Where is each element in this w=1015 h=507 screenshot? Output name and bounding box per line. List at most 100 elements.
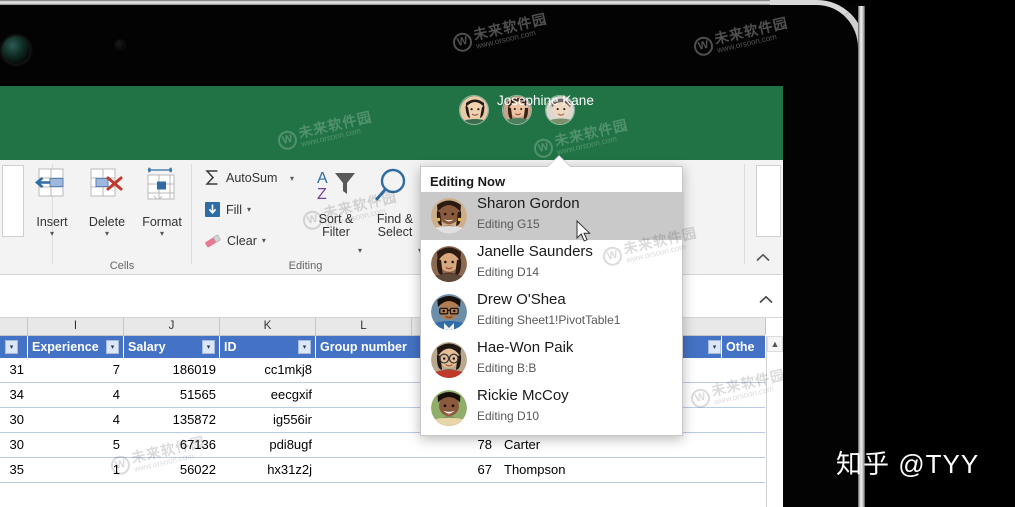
editing-now-person-row[interactable]: Rickie McCoy Editing D10: [421, 384, 684, 432]
ribbon-collapse-chevron-icon[interactable]: [756, 250, 770, 265]
filter-button-partial[interactable]: ▾: [5, 340, 18, 354]
sort-filter-label-line1: Sort &: [318, 212, 354, 226]
sort-filter-label-line2: Filter: [322, 225, 350, 239]
sort-and-filter-button[interactable]: A Z Sort & Filter: [304, 166, 368, 239]
filter-button-id[interactable]: ▾: [298, 340, 311, 354]
cell-col-partial[interactable]: 31: [0, 358, 28, 382]
cell-salary[interactable]: 51565: [124, 383, 220, 407]
autosum-label: AutoSum: [226, 170, 278, 185]
cell-experience[interactable]: 7: [28, 358, 124, 382]
group-label-editing: Editing: [288, 260, 323, 272]
cell-col-partial[interactable]: 30: [0, 433, 28, 457]
cell-col-partial[interactable]: 35: [0, 458, 28, 482]
cell-id[interactable]: hx31z2j: [220, 458, 316, 482]
delete-cells-button[interactable]: Delete ▾: [80, 166, 134, 238]
filter-button-experience[interactable]: ▾: [106, 340, 119, 354]
cell-salary[interactable]: 67136: [124, 433, 220, 457]
screenshot-root: +2: [0, 0, 1015, 507]
format-cells-caret[interactable]: ▾: [135, 230, 189, 238]
editing-now-flyout: Editing Now Sharon Gordon Editing G15 Ja…: [420, 166, 684, 436]
avatar: [431, 390, 467, 426]
scroll-up-button[interactable]: ▲: [767, 336, 783, 352]
table-header-other[interactable]: Othe: [722, 336, 766, 358]
ribbon-left-partial-button[interactable]: [2, 165, 24, 237]
filter-button-blank[interactable]: ▾: [708, 340, 721, 354]
person-name: Hae-Won Paik: [477, 339, 574, 356]
insert-cells-label: Insert: [36, 215, 68, 229]
flyout-title: Editing Now: [430, 174, 506, 189]
delete-cells-caret[interactable]: ▾: [80, 230, 134, 238]
column-letter-O[interactable]: [682, 318, 766, 335]
clear-caret[interactable]: ▾: [262, 236, 266, 245]
person-status: Editing D10: [477, 409, 540, 423]
cell-experience[interactable]: 4: [28, 383, 124, 407]
person-name: Drew O'Shea: [477, 291, 566, 308]
fill-label: Fill: [226, 202, 242, 217]
person-status: Editing G15: [477, 217, 540, 231]
find-select-label-line1: Find &: [376, 212, 414, 226]
cell-experience[interactable]: 1: [28, 458, 124, 482]
group-label-cells: Cells: [109, 260, 135, 272]
group-divider: [744, 164, 745, 264]
editing-now-person-row[interactable]: Drew O'Shea Editing Sheet1!PivotTable1: [421, 288, 684, 336]
column-letter-I[interactable]: I: [28, 318, 124, 335]
cell-salary[interactable]: 56022: [124, 458, 220, 482]
column-letter-partial[interactable]: [0, 318, 28, 335]
formula-bar-expand-chevron-icon[interactable]: [759, 292, 773, 307]
cell-id[interactable]: pdi8ugf: [220, 433, 316, 457]
clear-button[interactable]: Clear ▾: [204, 232, 266, 249]
clear-label: Clear: [227, 233, 257, 248]
mouse-cursor-icon: [576, 219, 592, 242]
cell-col-partial[interactable]: 34: [0, 383, 28, 407]
cell-id[interactable]: eecgxif: [220, 383, 316, 407]
editing-now-person-row[interactable]: Hae-Won Paik Editing B:B: [421, 336, 684, 384]
cell-id[interactable]: cc1mkj8: [220, 358, 316, 382]
fill-button[interactable]: Fill ▾: [204, 201, 251, 218]
person-name: Janelle Saunders: [477, 243, 593, 260]
editing-now-person-row[interactable]: Janelle Saunders Editing D14: [421, 240, 684, 288]
cell-experience[interactable]: 5: [28, 433, 124, 457]
svg-text:A: A: [317, 170, 328, 187]
zhihu-watermark: 知乎 @TYY: [836, 449, 980, 479]
cell-salary[interactable]: 186019: [124, 358, 220, 382]
cell-last-name[interactable]: Thompson: [500, 458, 620, 482]
sort-filter-caret[interactable]: ▾: [358, 246, 362, 255]
editing-now-person-row[interactable]: Sharon Gordon Editing G15: [421, 192, 684, 240]
format-cells-button[interactable]: Format ▾: [135, 166, 189, 238]
column-letter-L[interactable]: L: [316, 318, 412, 335]
cell-group-number[interactable]: 78: [316, 433, 496, 457]
ribbon-right-partial-button[interactable]: [756, 165, 781, 237]
avatar: [431, 198, 467, 234]
cell-last-name[interactable]: Carter: [500, 433, 620, 457]
device-bezel-top-edge: [0, 0, 790, 5]
title-bar: [0, 86, 783, 160]
device-bezel-right-edge: [858, 6, 865, 507]
autosum-button[interactable]: AutoSum: [204, 169, 277, 186]
avatar: [431, 342, 467, 378]
insert-cells-button[interactable]: Insert ▾: [25, 166, 79, 238]
cell-id[interactable]: ig556ir: [220, 408, 316, 432]
insert-cells-caret[interactable]: ▾: [25, 230, 79, 238]
column-letter-J[interactable]: J: [124, 318, 220, 335]
avatar: [431, 294, 467, 330]
autosum-caret[interactable]: ▾: [290, 174, 294, 183]
vertical-scrollbar[interactable]: ▲: [766, 336, 783, 507]
group-divider: [191, 164, 192, 264]
format-cells-label: Format: [142, 215, 182, 229]
filter-button-salary[interactable]: ▾: [202, 340, 215, 354]
cell-experience[interactable]: 4: [28, 408, 124, 432]
find-and-select-button[interactable]: Find & Select: [363, 166, 427, 239]
ambient-light-sensor-icon: [115, 40, 125, 50]
column-letter-K[interactable]: K: [220, 318, 316, 335]
cell-salary[interactable]: 135872: [124, 408, 220, 432]
front-camera-icon: [2, 36, 30, 64]
table-row[interactable]: 35 1 56022 hx31z2j 67 Thompson: [0, 458, 765, 483]
cell-col-partial[interactable]: 30: [0, 408, 28, 432]
cell-group-number[interactable]: 67: [316, 458, 496, 482]
svg-text:Z: Z: [317, 186, 327, 203]
fill-caret[interactable]: ▾: [247, 205, 251, 214]
person-status: Editing Sheet1!PivotTable1: [477, 313, 621, 327]
table-row[interactable]: 30 5 67136 pdi8ugf 78 Carter: [0, 433, 765, 458]
flyout-callout-arrow: [548, 156, 570, 167]
presence-avatar-1[interactable]: [459, 95, 489, 125]
